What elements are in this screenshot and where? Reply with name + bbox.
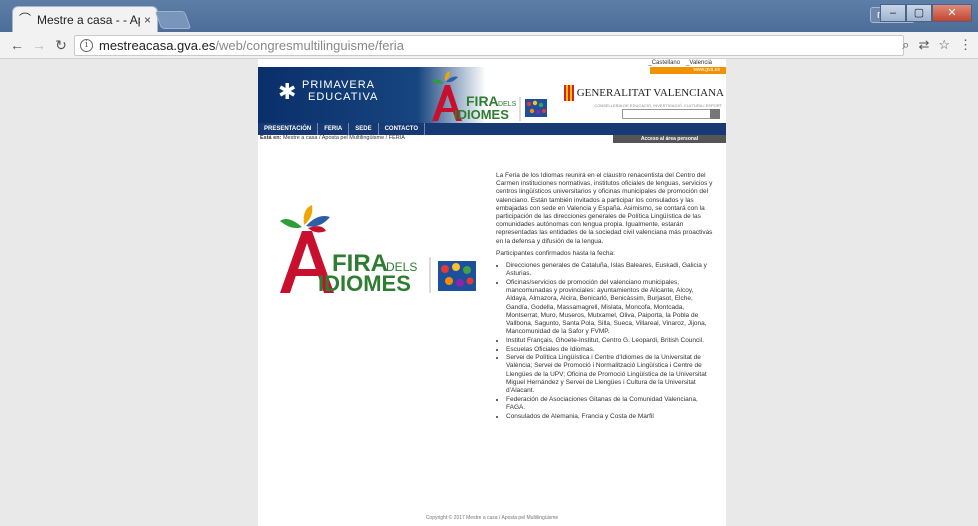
tab-title: Mestre a casa - - Aposta xyxy=(37,12,140,27)
idiomes-large-word: IDIOMES xyxy=(318,271,411,295)
star-icon[interactable]: ☆ xyxy=(938,37,950,53)
participants-list: Direcciones generales de Cataluña, Islas… xyxy=(496,262,714,421)
tab-close-icon[interactable]: × xyxy=(144,13,151,27)
star-logo-icon: ✱ xyxy=(278,79,297,104)
site-search-input[interactable] xyxy=(622,109,720,119)
lang-castellano-link[interactable]: _Castellano xyxy=(648,60,680,66)
menu-icon[interactable]: ⋮ xyxy=(959,37,972,53)
list-item: Escuelas Oficiales de Idiomas. xyxy=(506,346,714,354)
gva-subtitle: CONSELLERIA DE EDUCACIÓ, INVESTIGACIÓ, C… xyxy=(594,103,722,108)
idiomes-word: IDIOMES xyxy=(454,107,509,122)
nav-presentacion[interactable]: PRESENTACIÓN xyxy=(258,123,319,135)
address-bar[interactable]: i mestreacasa.gva.es /web/congresmultili… xyxy=(74,35,904,56)
personal-area-button[interactable]: Acceso al área personal xyxy=(613,135,726,143)
back-arrow-icon[interactable]: ← xyxy=(6,37,28,53)
senyera-icon xyxy=(563,85,574,101)
window-controls: – ▢ ✕ xyxy=(880,4,972,22)
breadcrumb-prefix: Está en: xyxy=(260,135,282,141)
close-window-button[interactable]: ✕ xyxy=(932,4,972,22)
feria-content: La Feria de los Idiomas reunirá en el cl… xyxy=(496,172,714,421)
main-nav: PRESENTACIÓN FERIA SEDE CONTACTO xyxy=(258,123,726,135)
url-path: /web/congresmultilinguisme/feria xyxy=(215,38,404,53)
list-item: Oficinas/servicios de promoción del vale… xyxy=(506,279,714,336)
nav-contacto[interactable]: CONTACTO xyxy=(379,123,426,135)
browser-tab[interactable]: ⌒ Mestre a casa - - Aposta × xyxy=(12,6,158,32)
list-item: Federación de Asociaciones Gitanas de la… xyxy=(506,396,714,412)
reload-icon[interactable]: ↻ xyxy=(50,37,72,54)
fira-idiomes-logo: FIRA DELS IDIOMES xyxy=(280,205,476,295)
participants-heading: Participantes confirmados hasta la fecha… xyxy=(496,249,615,257)
zoom-icon[interactable]: ⌕ xyxy=(902,37,909,53)
toolbar-right: ⌕ ⇄ ☆ ⋮ xyxy=(902,37,972,53)
list-item: Direcciones generales de Cataluña, Islas… xyxy=(506,262,714,278)
nav-feria[interactable]: FERIA xyxy=(318,123,350,135)
list-item: Institut Français, Ghoete-Institut, Cent… xyxy=(506,337,714,345)
site-banner: ✱ PRIMAVERA EDUCATIVA FIRA DELS IDIOMES … xyxy=(258,67,726,123)
page-container: _Castellano _Valencià ✱ PRIMAVERA EDUCAT… xyxy=(258,59,726,526)
url-host: mestreacasa.gva.es xyxy=(99,38,216,53)
intro-paragraph: La Feria de los Idiomas reunirá en el cl… xyxy=(496,172,713,245)
pe-line2: EDUCATIVA xyxy=(308,91,379,103)
browser-toolbar: ← → ↻ i mestreacasa.gva.es /web/congresm… xyxy=(0,32,978,59)
list-item: Servei de Política Lingüística i Centre … xyxy=(506,354,714,395)
info-icon[interactable]: i xyxy=(80,39,93,52)
search-button[interactable] xyxy=(710,109,720,119)
fira-idiomes-header-logo: FIRA DELS IDIOMES xyxy=(432,71,547,122)
title-bar: ⌒ Mestre a casa - - Aposta × marya – ▢ ✕ xyxy=(0,0,978,32)
list-item: Consulados de Alemania, Francia y Costa … xyxy=(506,413,714,421)
maximize-button[interactable]: ▢ xyxy=(906,4,932,22)
translate-icon[interactable]: ⇄ xyxy=(918,37,929,53)
lang-valencia-link[interactable]: _Valencià xyxy=(686,60,712,66)
breadcrumb: Está en: Mestre a casa / Aposta pel Mult… xyxy=(260,135,405,141)
pe-line1: PRIMAVERA xyxy=(302,79,375,91)
forward-arrow-icon[interactable]: → xyxy=(28,37,50,53)
gva-name: GENERALITAT VALENCIANA xyxy=(576,87,724,99)
minimize-button[interactable]: – xyxy=(880,4,906,22)
gva-url-bar[interactable]: www.gva.es xyxy=(650,67,726,74)
new-tab-button[interactable] xyxy=(154,11,192,29)
page-footer: Copyright © 2017 Mestre a casa / Aposta … xyxy=(425,515,559,521)
breadcrumb-path[interactable]: Mestre a casa / Aposta pel Multilingüism… xyxy=(283,135,405,141)
site-favicon-icon: ⌒ xyxy=(19,12,32,26)
language-switcher: _Castellano _Valencià xyxy=(648,60,712,66)
nav-sede[interactable]: SEDE xyxy=(349,123,379,135)
generalitat-logo[interactable]: GENERALITAT VALENCIANA xyxy=(563,85,724,101)
